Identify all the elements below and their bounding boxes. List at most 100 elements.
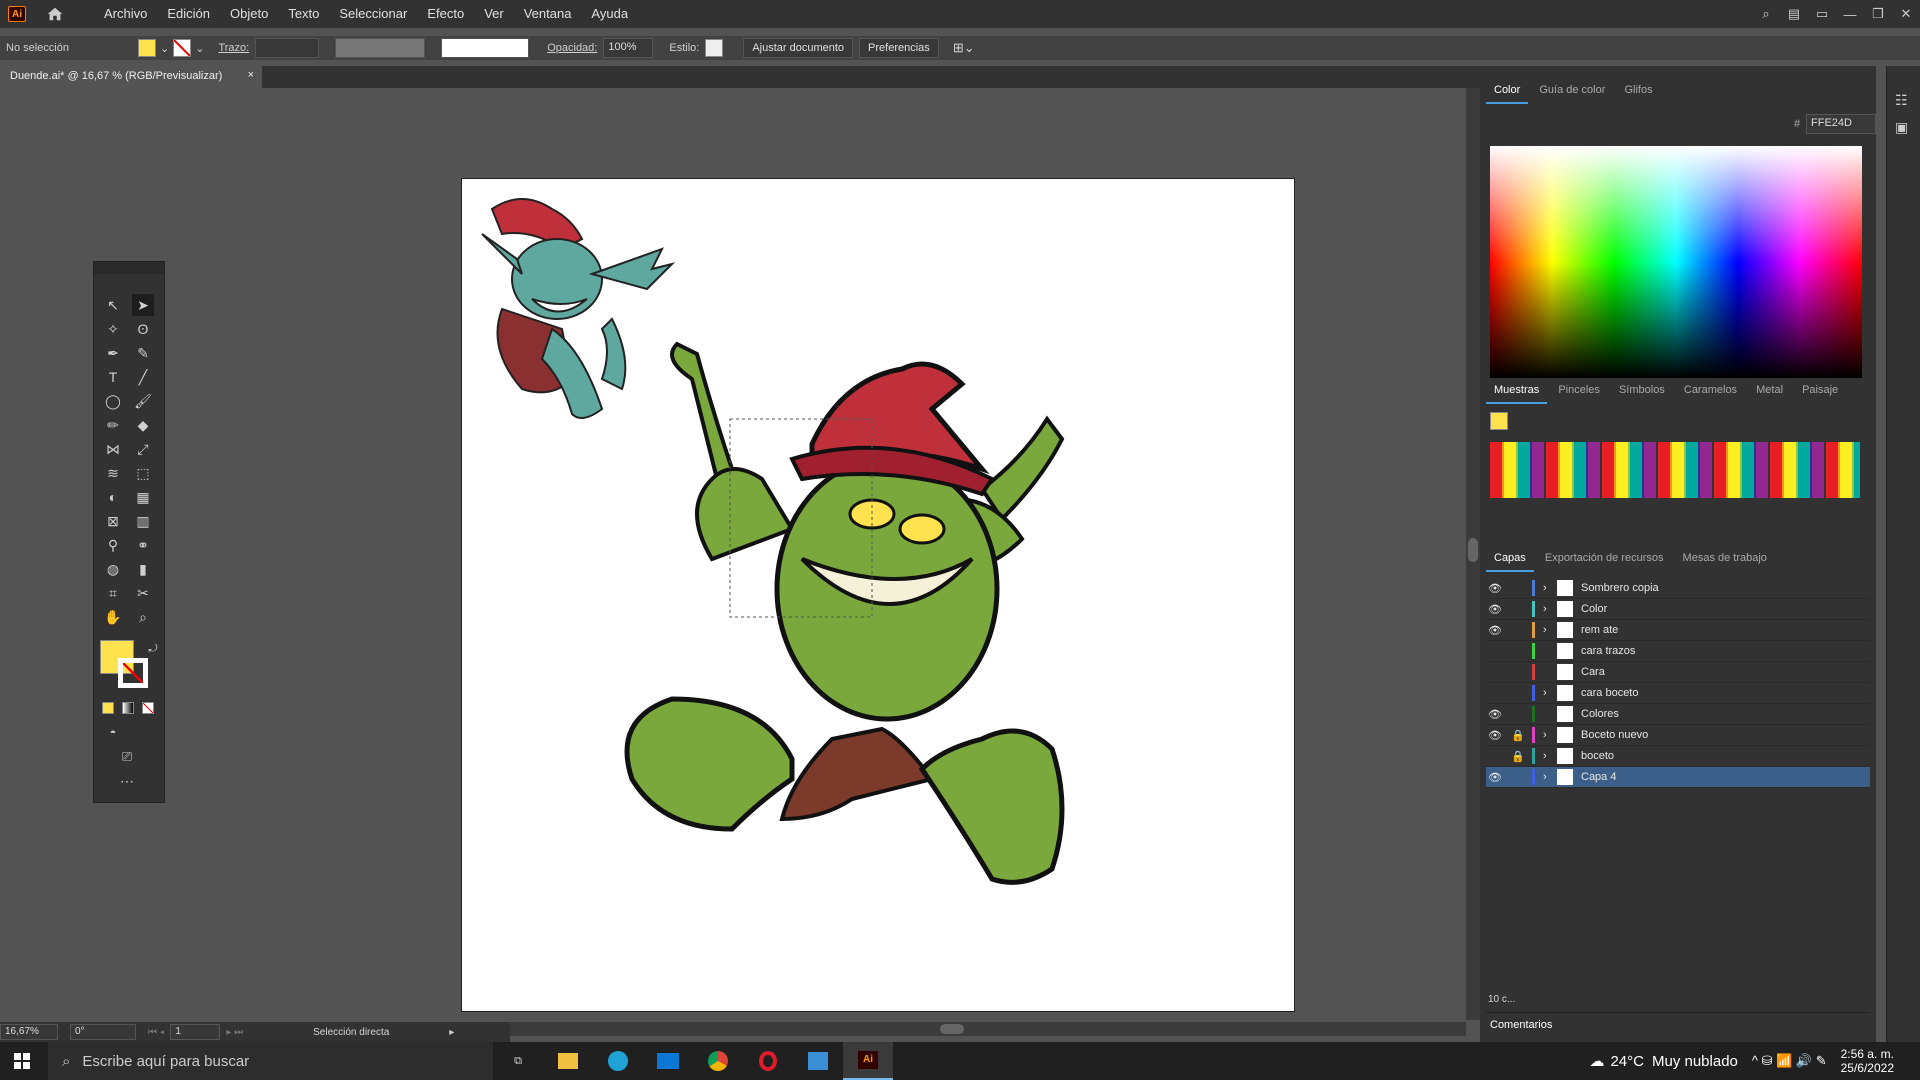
swatch-grid[interactable] bbox=[1490, 442, 1860, 498]
layer-row[interactable]: › cara boceto bbox=[1486, 683, 1870, 704]
workspace-icon[interactable]: ▭ bbox=[1808, 6, 1836, 22]
eye-icon[interactable]: 👁 bbox=[1486, 603, 1504, 616]
start-icon[interactable] bbox=[14, 1053, 30, 1069]
file-explorer-icon[interactable] bbox=[543, 1042, 593, 1080]
eyedropper-tool-icon[interactable]: ⚲ bbox=[102, 534, 124, 556]
eye-icon[interactable]: 👁 bbox=[1486, 582, 1504, 595]
brush-definition[interactable] bbox=[441, 38, 530, 58]
column-graph-tool-icon[interactable]: ▮ bbox=[132, 558, 154, 580]
home-icon[interactable] bbox=[46, 5, 64, 23]
tab-paisaje[interactable]: Paisaje bbox=[1794, 378, 1846, 402]
layer-name[interactable]: cara boceto bbox=[1581, 687, 1638, 699]
free-transform-tool-icon[interactable]: ⬚ bbox=[132, 462, 154, 484]
scroll-thumb[interactable] bbox=[940, 1024, 964, 1034]
lock-icon[interactable]: 🔒 bbox=[1504, 729, 1532, 742]
taskbar-search[interactable]: ⌕ Escribe aquí para buscar bbox=[48, 1042, 493, 1080]
chevron-down-icon[interactable]: ⌄ bbox=[191, 42, 212, 55]
properties-icon[interactable]: ☷ bbox=[1895, 92, 1920, 109]
tab-artboards[interactable]: Mesas de trabajo bbox=[1675, 546, 1775, 570]
layer-name[interactable]: cara trazos bbox=[1581, 645, 1635, 657]
blend-tool-icon[interactable]: ⚭ bbox=[132, 534, 154, 556]
weather-desc[interactable]: Muy nublado bbox=[1652, 1053, 1738, 1070]
style-swatch[interactable] bbox=[705, 39, 724, 57]
expand-arrow-icon[interactable]: › bbox=[1543, 729, 1557, 741]
screen-mode-icon[interactable]: ⎚ bbox=[116, 746, 138, 768]
expand-arrow-icon[interactable]: › bbox=[1543, 687, 1557, 699]
weather-temp[interactable]: 24°C bbox=[1610, 1053, 1644, 1070]
tab-glyphs[interactable]: Glifos bbox=[1616, 78, 1660, 102]
weather-icon[interactable]: ☁ bbox=[1589, 1052, 1604, 1070]
menu-archivo[interactable]: Archivo bbox=[94, 0, 157, 28]
eye-icon[interactable]: 👁 bbox=[1486, 708, 1504, 721]
layer-name[interactable]: Color bbox=[1581, 603, 1607, 615]
layer-row[interactable]: cara trazos bbox=[1486, 641, 1870, 662]
menu-seleccionar[interactable]: Seleccionar bbox=[329, 0, 417, 28]
stroke-swatch[interactable] bbox=[173, 39, 192, 57]
next-artboard-icon[interactable]: ▸ ⏭ bbox=[226, 1027, 243, 1038]
expand-arrow-icon[interactable]: › bbox=[1543, 603, 1557, 615]
eye-icon[interactable]: 👁 bbox=[1486, 624, 1504, 637]
tab-color-guide[interactable]: Guía de color bbox=[1531, 78, 1613, 102]
menu-efecto[interactable]: Efecto bbox=[417, 0, 474, 28]
zoom-input[interactable]: 16,67% bbox=[0, 1024, 58, 1040]
layer-name[interactable]: Boceto nuevo bbox=[1581, 729, 1648, 741]
edge-icon[interactable] bbox=[593, 1042, 643, 1080]
mail-icon[interactable] bbox=[643, 1042, 693, 1080]
menu-ver[interactable]: Ver bbox=[474, 0, 514, 28]
layer-name[interactable]: boceto bbox=[1581, 750, 1614, 762]
layer-name[interactable]: Colores bbox=[1581, 708, 1619, 720]
first-artboard-icon[interactable]: ⏮ ◂ bbox=[148, 1027, 164, 1038]
layer-row[interactable]: 👁 › Sombrero copia bbox=[1486, 578, 1870, 599]
tab-metal[interactable]: Metal bbox=[1748, 378, 1791, 402]
artboard-tool-icon[interactable]: ⌗ bbox=[102, 582, 124, 604]
none-mode-button[interactable] bbox=[142, 702, 154, 714]
document-tab[interactable]: Duende.ai* @ 16,67 % (RGB/Previsualizar)… bbox=[0, 66, 262, 88]
opacity-input[interactable]: 100% bbox=[603, 38, 654, 58]
menu-texto[interactable]: Texto bbox=[278, 0, 329, 28]
task-view-icon[interactable]: ⧉ bbox=[493, 1042, 543, 1080]
close-tab-icon[interactable]: × bbox=[248, 69, 254, 81]
zoom-tool-icon[interactable]: ⌕ bbox=[132, 606, 154, 628]
pen-tool-icon[interactable]: ✒ bbox=[102, 342, 124, 364]
chrome-icon[interactable] bbox=[693, 1042, 743, 1080]
horizontal-scrollbar[interactable] bbox=[510, 1022, 1466, 1036]
layer-name[interactable]: Sombrero copia bbox=[1581, 582, 1659, 594]
color-spectrum[interactable] bbox=[1490, 146, 1862, 378]
artboard[interactable] bbox=[461, 178, 1295, 1012]
tab-color[interactable]: Color bbox=[1486, 78, 1529, 104]
hex-input[interactable]: FFE24D bbox=[1806, 114, 1876, 134]
tab-caramelos[interactable]: Caramelos bbox=[1676, 378, 1745, 402]
variable-width-profile[interactable] bbox=[335, 38, 426, 58]
ellipse-tool-icon[interactable]: ◯ bbox=[102, 390, 124, 412]
layer-name[interactable]: Capa 4 bbox=[1581, 771, 1616, 783]
menu-ventana[interactable]: Ventana bbox=[514, 0, 582, 28]
tab-comments[interactable]: Comentarios bbox=[1490, 1019, 1552, 1031]
chevron-down-icon[interactable]: ⌄ bbox=[156, 42, 173, 55]
gradient-mode-button[interactable] bbox=[122, 702, 134, 714]
current-fill-swatch[interactable] bbox=[1490, 412, 1508, 430]
libraries-icon[interactable]: ▣ bbox=[1895, 119, 1920, 136]
pencil-tool-icon[interactable]: ✏ bbox=[102, 414, 124, 436]
layer-row-selected[interactable]: 👁 › Capa 4 bbox=[1486, 767, 1870, 788]
tab-symbols[interactable]: Símbolos bbox=[1611, 378, 1673, 402]
clock[interactable]: 2:56 a. m. 25/6/2022 bbox=[1841, 1047, 1894, 1075]
rotation-input[interactable]: 0° bbox=[70, 1024, 136, 1040]
canvas-area[interactable]: ↖ ➤ ✧ ʘ ✒ ✎ T ╱ ◯ 🖌 ✏ ◆ ⋈ ⤢ ≋ ⬚ ◐ ▦ ⊠ ▥ … bbox=[0, 88, 1466, 1020]
gradient-tool-icon[interactable]: ▥ bbox=[132, 510, 154, 532]
goblin-sketch-reference[interactable] bbox=[462, 179, 1296, 1013]
fill-swatch[interactable] bbox=[138, 39, 156, 57]
reflect-tool-icon[interactable]: ⋈ bbox=[102, 438, 124, 460]
draw-mode-icon[interactable]: ◓ bbox=[102, 722, 124, 744]
illustrator-taskbar-icon[interactable]: Ai bbox=[843, 1042, 893, 1080]
stroke-weight-input[interactable] bbox=[255, 38, 320, 58]
type-tool-icon[interactable]: T bbox=[102, 366, 124, 388]
more-tools-icon[interactable]: ⋯ bbox=[116, 770, 138, 792]
tray-icons[interactable]: ^ ⛁ 📶 🔊 ✎ bbox=[1752, 1053, 1827, 1069]
layer-row[interactable]: 👁 🔒 › Boceto nuevo bbox=[1486, 725, 1870, 746]
tools-panel-header[interactable] bbox=[94, 262, 164, 274]
expand-arrow-icon[interactable]: › bbox=[1543, 771, 1557, 783]
shape-builder-tool-icon[interactable]: ◐ bbox=[102, 486, 124, 508]
lock-icon[interactable]: 🔒 bbox=[1504, 750, 1532, 763]
color-mode-button[interactable] bbox=[102, 702, 114, 714]
vertical-scrollbar[interactable] bbox=[1466, 88, 1480, 1020]
